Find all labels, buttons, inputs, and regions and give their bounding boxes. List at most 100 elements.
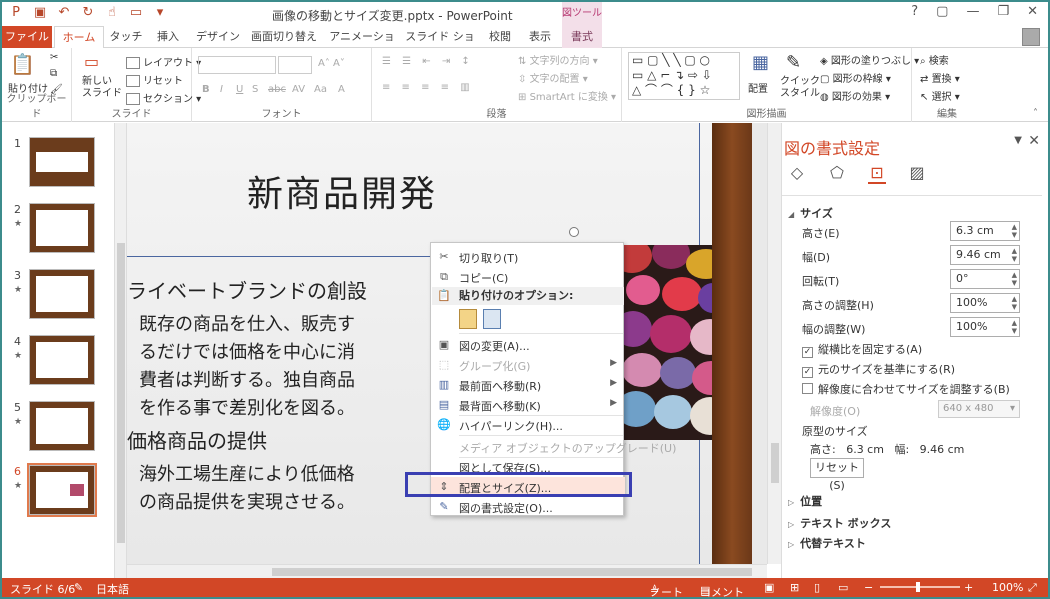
quick-style-button[interactable]: クイック スタイル — [780, 76, 820, 100]
zoom-in-icon[interactable]: + — [964, 581, 973, 594]
font-name-box[interactable] — [198, 56, 276, 74]
shape-effects-button[interactable]: ◍ 図形の効果 ▾ — [820, 88, 890, 103]
slide-thumbnail[interactable] — [29, 401, 95, 451]
touch-mode-icon[interactable]: ☝ — [104, 5, 120, 20]
spellcheck-icon[interactable]: ✎ — [74, 581, 83, 594]
spin-arrows-icon[interactable]: ▲ ▼ — [1012, 247, 1017, 263]
zoom-level[interactable]: 100% — [992, 581, 1023, 594]
reset-size-button[interactable]: リセット(S) — [810, 458, 864, 492]
size-section-header[interactable]: ◢ サイズ — [788, 205, 833, 221]
menu-group[interactable]: ⬚ グループ化(G) ▶ — [431, 355, 625, 375]
normal-view-icon[interactable]: ▣ — [764, 581, 774, 594]
scroll-thumb[interactable] — [117, 243, 125, 543]
copy-icon[interactable]: ⧉ — [50, 68, 57, 79]
select-button[interactable]: ↖ 選択 ▾ — [920, 88, 960, 103]
bullet-heading-1[interactable]: ライベートブランドの創設 — [127, 275, 367, 304]
align-text-button[interactable]: ⇳ 文字の配置 ▾ — [518, 70, 588, 85]
customize-qa-icon[interactable]: ▾ — [152, 5, 168, 20]
tab-insert[interactable]: 挿入 — [148, 26, 188, 48]
paste-icon[interactable]: 📋 — [10, 52, 35, 76]
open-icon[interactable]: ▭ — [128, 5, 144, 20]
slide-thumbnail[interactable] — [29, 137, 95, 187]
lock-aspect-checkbox[interactable]: ✓ 縦横比を固定する(A) — [802, 341, 922, 358]
menu-format-picture[interactable]: ✎ 図の書式設定(O)... — [431, 497, 625, 517]
grow-font-icon[interactable]: A˄ A˅ — [318, 58, 345, 69]
user-avatar[interactable] — [1022, 28, 1040, 46]
tab-slideshow[interactable]: スライド ショー — [402, 26, 478, 65]
alt-text-section-header[interactable]: ▷ 代替テキスト — [788, 535, 866, 551]
undo-icon[interactable]: ↶ — [56, 5, 72, 20]
effects-icon[interactable]: ⬠ — [828, 163, 846, 184]
position-section-header[interactable]: ▷ 位置 — [788, 493, 822, 509]
help-button[interactable]: ? — [911, 4, 918, 19]
fill-line-icon[interactable]: ◇ — [788, 163, 806, 184]
slide-thumbnail[interactable] — [29, 269, 95, 319]
menu-change-picture[interactable]: ▣ 図の変更(A)... — [431, 335, 625, 355]
tab-view[interactable]: 表示 — [520, 26, 560, 48]
arrange-icon[interactable]: ▦ — [752, 52, 769, 73]
section-button[interactable]: セクション ▾ — [126, 90, 201, 105]
italic-button[interactable]: I — [220, 84, 223, 95]
reset-button[interactable]: リセット — [126, 72, 183, 87]
pane-close-icon[interactable]: ✕ — [1028, 133, 1040, 149]
tab-design[interactable]: デザイン — [192, 26, 244, 48]
shape-fill-button[interactable]: ◈ 図形の塗りつぶし ▾ — [820, 52, 919, 67]
ribbon-display-icon[interactable]: ▢ — [936, 4, 948, 19]
shapes-gallery[interactable]: ▭ ▢ ╲ ╲ ▢ ○ ▭ △ ⌐ ↴ ⇨ ⇩ △ ⌒ ⌒ { } ☆ — [628, 52, 740, 100]
scale-height-input[interactable]: 100% ▲ ▼ — [950, 293, 1020, 313]
tab-format[interactable]: 書式 — [562, 26, 602, 48]
cut-icon[interactable]: ✂ — [50, 52, 58, 63]
shadow-button[interactable]: S — [252, 84, 258, 95]
menu-send-back[interactable]: ▤ 最背面へ移動(K) ▶ — [431, 395, 625, 415]
bullet-heading-2[interactable]: 価格商品の提供 — [127, 425, 267, 454]
bold-button[interactable]: B — [202, 84, 210, 95]
size-properties-icon[interactable]: ⊡ — [868, 163, 886, 184]
language-indicator[interactable]: 日本語 — [96, 581, 129, 597]
scroll-thumb[interactable] — [771, 443, 779, 483]
smartart-button[interactable]: ⊞ SmartArt に変換 ▾ — [518, 88, 616, 103]
tab-transitions[interactable]: 画面切り替え — [248, 26, 320, 48]
slide-scrollbar[interactable] — [767, 123, 781, 564]
pane-options-icon[interactable]: ▼ — [1014, 135, 1022, 146]
spin-arrows-icon[interactable]: ▲ ▼ — [1012, 319, 1017, 335]
textbox-section-header[interactable]: ▷ テキスト ボックス — [788, 515, 891, 531]
paste-option-keep-icon[interactable] — [459, 309, 477, 329]
find-button[interactable]: ⌕ 検索 — [920, 52, 949, 67]
zoom-out-icon[interactable]: − — [864, 581, 873, 594]
thumbnails-scrollbar[interactable] — [115, 123, 127, 578]
tab-file[interactable]: ファイル — [2, 26, 52, 48]
font-size-box[interactable] — [278, 56, 312, 74]
zoom-slider[interactable] — [880, 586, 960, 588]
close-button[interactable]: ✕ — [1027, 4, 1038, 19]
menu-hyperlink[interactable]: 🌐 ハイパーリンク(H)... — [431, 415, 625, 435]
spin-arrows-icon[interactable]: ▲ ▼ — [1012, 295, 1017, 311]
change-case-button[interactable]: Aa — [314, 84, 327, 95]
char-spacing-button[interactable]: AV — [292, 84, 305, 95]
underline-button[interactable]: U — [236, 84, 243, 95]
slideshow-icon[interactable]: ▭ — [838, 581, 848, 594]
height-input[interactable]: 6.3 cm ▲ ▼ — [950, 221, 1020, 241]
collapse-ribbon-icon[interactable]: ˄ — [1033, 108, 1038, 119]
hscroll-thumb[interactable] — [272, 568, 752, 576]
replace-button[interactable]: ⇄ 置換 ▾ — [920, 70, 960, 85]
best-scale-checkbox[interactable]: 解像度に合わせてサイズを調整する(B) — [802, 381, 1010, 397]
tab-animations[interactable]: アニメーション — [324, 26, 400, 65]
rotation-input[interactable]: 0° ▲ ▼ — [950, 269, 1020, 289]
menu-media-upgrade[interactable]: メディア オブジェクトのアップグレード(U) — [431, 437, 676, 457]
relative-original-checkbox[interactable]: ✓ 元のサイズを基準にする(R) — [802, 361, 955, 378]
tab-touch[interactable]: タッチ — [108, 26, 144, 48]
tab-review[interactable]: 校閲 — [482, 26, 518, 48]
tab-home[interactable]: ホーム — [54, 26, 104, 49]
arrange-button[interactable]: 配置 — [748, 80, 768, 95]
fit-slide-icon[interactable]: ⤢ — [1028, 581, 1037, 595]
candy-picture[interactable] — [622, 245, 722, 440]
save-icon[interactable]: ▣ — [32, 5, 48, 20]
quick-style-icon[interactable]: ✎ — [786, 52, 801, 73]
font-color-button[interactable]: A — [338, 84, 345, 95]
slide-thumbnail-active[interactable] — [27, 463, 97, 517]
slide-hscrollbar[interactable] — [127, 564, 767, 578]
menu-bring-front[interactable]: ▥ 最前面へ移動(R) ▶ — [431, 375, 625, 395]
layout-button[interactable]: レイアウト ▾ — [126, 54, 201, 69]
restore-button[interactable]: ❐ — [997, 4, 1009, 19]
paste-option-picture-icon[interactable] — [483, 309, 501, 329]
